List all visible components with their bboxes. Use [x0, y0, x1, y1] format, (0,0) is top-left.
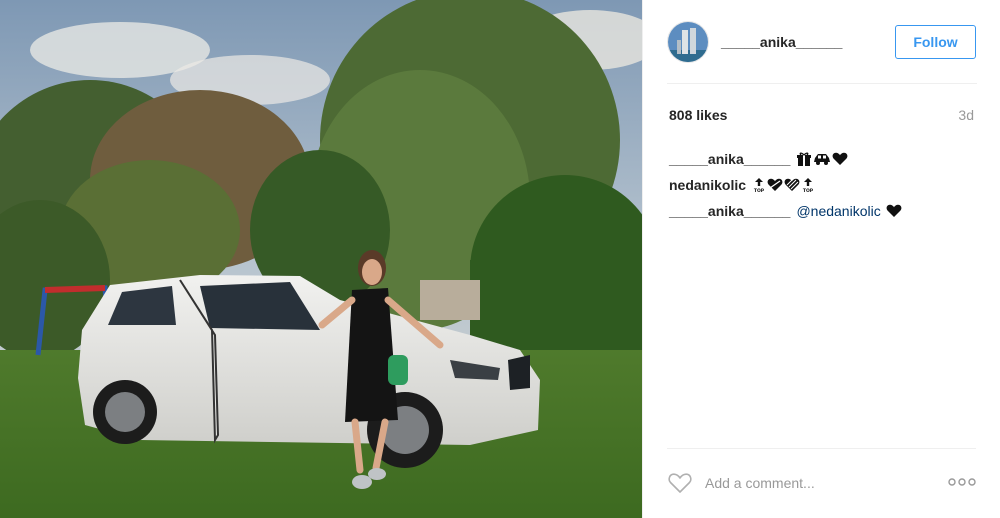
post-sidebar: _____anika______ Follow 808 likes 3d ___…	[642, 0, 1000, 518]
photo-car-woman	[0, 0, 642, 518]
comment-input[interactable]	[705, 470, 935, 496]
likes-count[interactable]: 808 likes	[669, 107, 727, 123]
comment-bar	[667, 448, 976, 518]
comment-emojis: TOP TOP	[752, 177, 815, 193]
heart-arrow-icon	[767, 178, 783, 191]
comment-list: _____anika______ nedanikolic TOP TOP ___…	[669, 146, 974, 224]
post-header: _____anika______ Follow	[643, 0, 1000, 84]
svg-text:TOP: TOP	[754, 188, 765, 193]
avatar[interactable]	[667, 21, 709, 63]
like-heart-icon[interactable]	[667, 470, 693, 496]
post-photo[interactable]	[0, 0, 642, 518]
comment-item: _____anika______ @nedanikolic	[669, 198, 974, 224]
comment-username[interactable]: nedanikolic	[669, 172, 746, 198]
more-options-icon[interactable]	[948, 475, 976, 489]
follow-button[interactable]: Follow	[895, 25, 976, 59]
heart-icon	[886, 204, 902, 217]
comment-emojis	[796, 152, 848, 166]
avatar-image	[668, 22, 708, 62]
gift-icon	[797, 152, 812, 166]
top-arrow-icon: TOP	[803, 178, 814, 193]
post-meta: 808 likes 3d	[669, 105, 974, 125]
heart-striped-icon	[784, 178, 800, 191]
comment-item: nedanikolic TOP TOP	[669, 172, 974, 198]
comment-item: _____anika______	[669, 146, 974, 172]
comment-username[interactable]: _____anika______	[669, 146, 790, 172]
post-age[interactable]: 3d	[958, 107, 974, 123]
car-icon	[814, 154, 831, 165]
comment-username[interactable]: _____anika______	[669, 198, 790, 224]
svg-text:TOP: TOP	[803, 188, 814, 193]
top-arrow-icon: TOP	[754, 178, 765, 193]
post-username[interactable]: _____anika______	[721, 34, 895, 50]
heart-icon	[833, 152, 848, 165]
comment-mention[interactable]: @nedanikolic	[796, 198, 880, 224]
